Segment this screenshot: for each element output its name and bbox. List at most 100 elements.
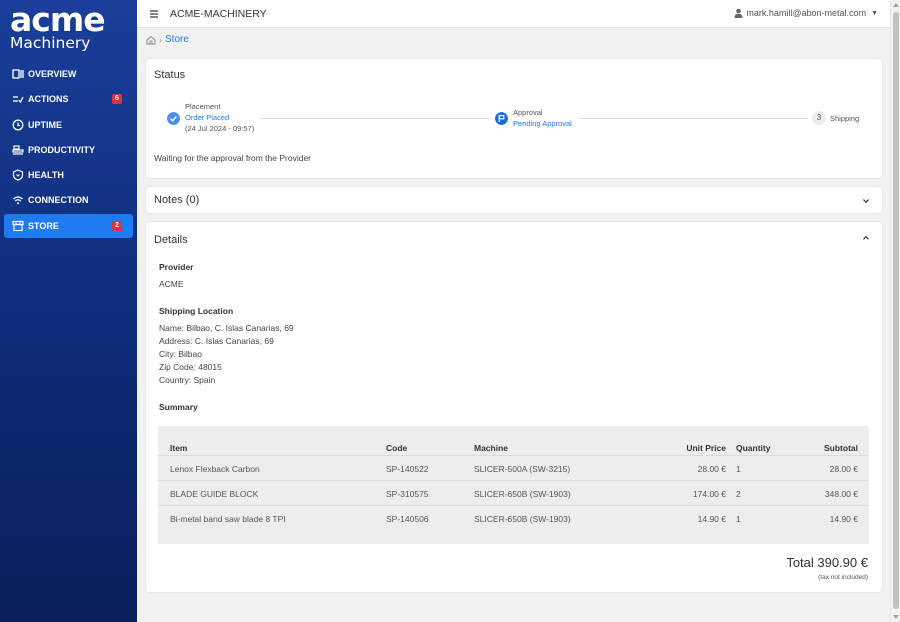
sidebar-item-label: UPTIME (28, 119, 63, 130)
status-title: Status (154, 69, 186, 81)
uptime-icon (12, 119, 24, 131)
cell-item: BLADE GUIDE BLOCK (170, 489, 259, 499)
column-header-code: Code (386, 443, 408, 453)
sidebar-item-actions[interactable]: ACTIONS 6 (4, 87, 133, 111)
health-icon (12, 169, 24, 181)
summary-label: Summary (159, 402, 198, 412)
sidebar-item-overview[interactable]: OVERVIEW (4, 62, 133, 86)
scroll-thumb[interactable] (893, 12, 899, 609)
shipping-name: Name: Bilbao, C. Islas Canarias, 69 (159, 323, 294, 333)
notes-title: Notes (0) (154, 194, 200, 206)
order-total: Total 390.90 € (786, 555, 868, 570)
step-connector (578, 118, 808, 119)
cell-item: Bi-metal band saw blade 8 TPI (170, 514, 286, 524)
cell-subtotal: 28.00 € (829, 464, 858, 474)
topbar: ACME-MACHINERY mark.hamill@abon-metal.co… (137, 0, 890, 28)
cell-code: SP-140506 (386, 514, 429, 524)
row-divider (158, 480, 869, 481)
store-icon (12, 220, 24, 231)
shipping-location-label: Shipping Location (159, 306, 234, 316)
sidebar-item-productivity[interactable]: PRODUCTIVITY (4, 138, 133, 162)
step-shipping: Shipping (830, 113, 859, 124)
actions-badge: 6 (112, 94, 122, 105)
cell-item: Lenox Flexback Carbon (170, 464, 260, 474)
app-title: ACME-MACHINERY (170, 7, 267, 20)
shipping-zip: Zip Code: 48015 (159, 362, 222, 372)
chevron-down-icon[interactable] (862, 197, 870, 205)
details-title: Details (154, 234, 188, 246)
store-badge: 2 (112, 220, 122, 231)
user-icon (734, 8, 743, 18)
cell-quantity: 2 (736, 489, 741, 499)
cell-machine: SLICER-650B (SW-1903) (474, 489, 571, 499)
column-header-subtotal: Subtotal (824, 443, 858, 453)
step-connector (260, 118, 490, 119)
cell-quantity: 1 (736, 514, 741, 524)
step-date: (24 Jul 2024 - 09:57) (185, 124, 255, 133)
step-status: Pending Approval (513, 119, 572, 128)
notes-card[interactable]: Notes (0) (146, 187, 882, 213)
row-divider (158, 505, 869, 506)
cell-code: SP-140522 (386, 464, 429, 474)
status-message: Waiting for the approval from the Provid… (154, 153, 312, 163)
hamburger-menu-icon[interactable] (149, 9, 159, 19)
step-number: 3 (812, 111, 826, 125)
sidebar-item-health[interactable]: HEALTH (4, 163, 133, 187)
step-label: Placement (185, 102, 221, 111)
brand-logo[interactable]: acme Machinery (0, 0, 137, 52)
cell-machine: SLICER-500A (SW-3215) (474, 464, 571, 474)
sidebar-item-label: STORE (28, 220, 59, 231)
scrollbar[interactable] (890, 0, 900, 622)
provider-label: Provider (159, 262, 194, 272)
tax-note: (tax not included) (818, 574, 868, 581)
brand-sub: Machinery (10, 34, 91, 52)
step-label: Shipping (830, 114, 860, 123)
breadcrumb-store[interactable]: Store (165, 34, 189, 45)
column-header-quantity: Quantity (736, 443, 771, 453)
shipping-city: City: Bilbao (159, 349, 202, 359)
sidebar-item-uptime[interactable]: UPTIME (4, 113, 133, 137)
brand-name: acme (10, 0, 106, 39)
overview-icon (12, 69, 24, 79)
caret-down-icon: ▼ (871, 9, 878, 17)
row-divider (158, 455, 869, 456)
check-circle-icon (167, 112, 180, 125)
step-label: Approval (513, 108, 543, 117)
sidebar-item-label: PRODUCTIVITY (28, 144, 96, 155)
cell-code: SP-310575 (386, 489, 429, 499)
breadcrumb-separator: › (159, 34, 162, 45)
scroll-up-arrow-icon[interactable] (893, 3, 899, 7)
sidebar-item-label: OVERVIEW (28, 69, 77, 79)
breadcrumb: › Store (146, 34, 189, 45)
sidebar: acme Machinery OVERVIEW ACTIONS 6 UPTIME… (0, 0, 137, 622)
productivity-icon (12, 145, 24, 155)
user-menu[interactable]: mark.hamill@abon-metal.com ▼ (734, 8, 878, 18)
details-card: Details Provider ACME Shipping Location … (146, 222, 882, 592)
user-email: mark.hamill@abon-metal.com (746, 8, 867, 18)
summary-table: Item Code Machine Unit Price Quantity Su… (158, 426, 869, 544)
step-approval: Approval Pending Approval (513, 107, 572, 129)
chevron-up-icon[interactable] (862, 234, 870, 242)
connection-icon (13, 196, 23, 205)
flag-circle-icon (495, 112, 508, 125)
shipping-country: Country: Spain (159, 375, 216, 385)
status-card: Status Placement Order Placed (24 Jul 20… (146, 59, 882, 178)
cell-quantity: 1 (736, 464, 741, 474)
cell-subtotal: 14.90 € (829, 514, 858, 524)
home-icon[interactable] (146, 35, 156, 45)
provider-value: ACME (159, 279, 184, 289)
sidebar-item-connection[interactable]: CONNECTION (4, 188, 133, 212)
actions-icon (13, 96, 24, 104)
column-header-unit-price: Unit Price (686, 443, 726, 453)
cell-unit-price: 28.00 € (697, 464, 726, 474)
column-header-item: Item (170, 443, 188, 453)
step-placement: Placement Order Placed (24 Jul 2024 - 09… (185, 101, 254, 134)
column-header-machine: Machine (474, 443, 509, 453)
step-status: Order Placed (185, 113, 230, 122)
scroll-down-arrow-icon[interactable] (893, 615, 899, 619)
sidebar-item-store[interactable]: STORE 2 (4, 213, 133, 238)
sidebar-item-label: HEALTH (28, 170, 64, 181)
sidebar-nav: OVERVIEW ACTIONS 6 UPTIME PRODUCTIVITY H… (4, 62, 133, 239)
cell-machine: SLICER-650B (SW-1903) (474, 514, 571, 524)
cell-unit-price: 14.90 € (697, 514, 726, 524)
